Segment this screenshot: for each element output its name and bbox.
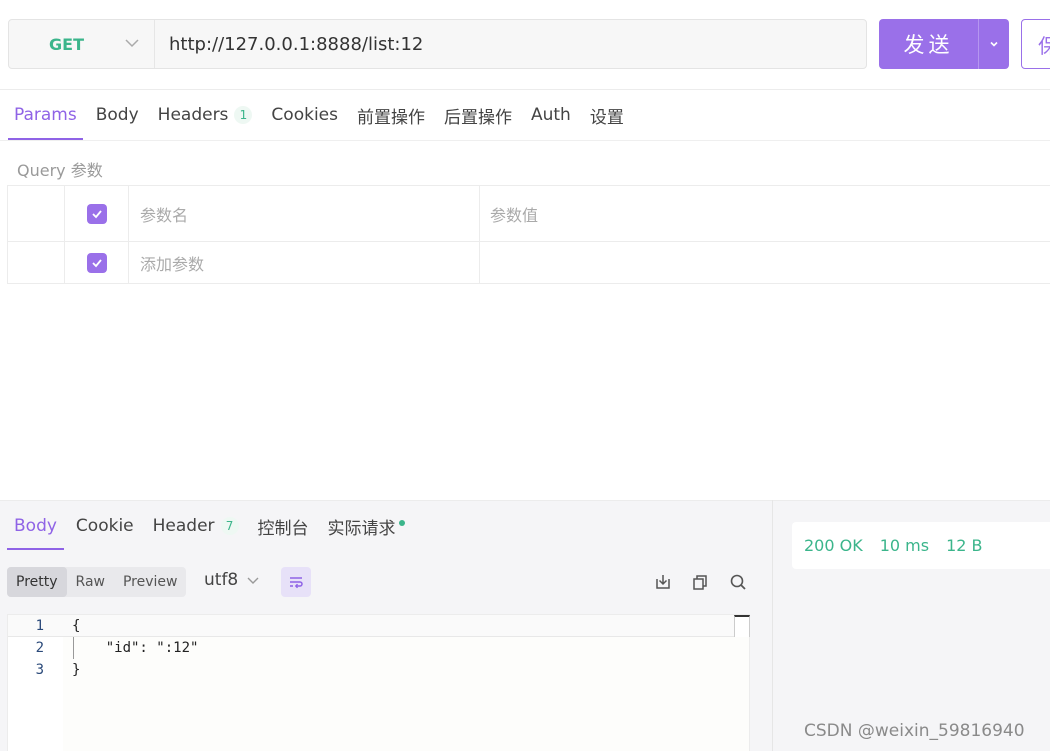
response-status-card: 200 OK 10 ms 12 B — [792, 522, 1050, 569]
check-icon — [91, 209, 102, 218]
tab-response-cookie[interactable]: Cookie — [76, 502, 134, 550]
tab-response-header[interactable]: Header 7 — [153, 502, 239, 550]
response-tabs: Body Cookie Header 7 控制台 实际请求 — [0, 502, 424, 550]
row-checkbox[interactable] — [86, 252, 107, 273]
view-pretty-button[interactable]: Pretty — [7, 567, 67, 597]
tab-body[interactable]: Body — [96, 90, 139, 140]
tab-response-body[interactable]: Body — [7, 502, 64, 550]
drag-handle-cell — [7, 242, 65, 283]
search-icon[interactable] — [728, 572, 748, 592]
watermark: CSDN @weixin_59816940 — [804, 721, 1025, 741]
table-row: 添加参数 — [7, 242, 1050, 284]
view-preview-button[interactable]: Preview — [114, 567, 187, 597]
view-mode-segmented: Pretty Raw Preview — [7, 567, 187, 597]
word-wrap-button[interactable] — [281, 567, 311, 597]
code-text: } — [72, 662, 81, 678]
indent-guide — [73, 637, 74, 659]
tab-post-operation[interactable]: 后置操作 — [444, 90, 512, 140]
view-raw-button[interactable]: Raw — [67, 567, 114, 597]
method-select[interactable]: GET — [9, 20, 155, 68]
check-icon — [91, 258, 102, 267]
tab-cookies[interactable]: Cookies — [271, 90, 338, 140]
method-label: GET — [49, 34, 84, 54]
tab-label: Cookies — [271, 105, 338, 125]
send-button-label: 发送 — [903, 33, 954, 57]
tab-label: Cookie — [75, 516, 134, 536]
tab-label: 前置操作 — [356, 107, 425, 128]
tab-label: Auth — [530, 105, 571, 125]
tab-label: 控制台 — [257, 518, 309, 539]
chevron-down-icon — [990, 41, 998, 47]
tab-headers[interactable]: Headers 1 — [158, 90, 253, 140]
download-icon[interactable] — [653, 572, 673, 592]
param-value-input[interactable] — [480, 242, 1050, 283]
line-number: 2 — [35, 640, 44, 656]
code-text: "id": ":12" — [72, 640, 199, 656]
status-dot — [398, 520, 405, 526]
tab-label: Body — [95, 105, 139, 125]
table-header-row: 参数名 参数值 — [7, 186, 1050, 242]
wrap-lines-icon — [290, 577, 303, 589]
params-table: 参数名 参数值 添加参数 — [7, 185, 1050, 284]
param-value-header: 参数值 — [490, 205, 539, 225]
tab-label: 后置操作 — [443, 107, 512, 128]
encoding-label: utf8 — [204, 570, 239, 590]
panel-splitter[interactable] — [772, 500, 773, 751]
url-input[interactable]: http://127.0.0.1:8888/list:12 — [155, 20, 866, 68]
query-params-label: Query 参数 — [17, 161, 103, 180]
headers-count-badge: 1 — [234, 106, 253, 124]
line-number: 3 — [35, 662, 44, 678]
chevron-down-icon — [125, 39, 139, 48]
request-bar: GET http://127.0.0.1:8888/list:12 — [8, 19, 867, 69]
response-size: 12 B — [946, 536, 983, 555]
tab-auth[interactable]: Auth — [531, 90, 571, 140]
tab-label: Headers — [157, 105, 229, 125]
tab-label: Header — [152, 516, 215, 536]
select-all-checkbox[interactable] — [86, 203, 107, 224]
tab-console[interactable]: 控制台 — [258, 502, 309, 550]
response-time: 10 ms — [879, 536, 930, 555]
param-name-input[interactable]: 添加参数 — [129, 242, 480, 283]
chevron-down-icon — [247, 577, 259, 584]
code-text: { — [72, 617, 81, 634]
row-checkbox-cell — [65, 242, 129, 283]
tab-pre-operation[interactable]: 前置操作 — [357, 90, 425, 140]
divider — [0, 140, 1050, 141]
code-line: 1 { — [8, 615, 748, 637]
param-name-header: 参数名 — [129, 186, 480, 241]
tab-params[interactable]: Params — [8, 90, 83, 140]
tab-label: Body — [14, 516, 57, 536]
tab-settings[interactable]: 设置 — [590, 90, 624, 140]
send-dropdown-button[interactable] — [978, 19, 1009, 69]
tab-actual-request[interactable]: 实际请求 — [328, 502, 405, 550]
encoding-select[interactable]: utf8 — [204, 570, 260, 590]
tab-label: Params — [14, 105, 77, 125]
editor-scrollbar[interactable] — [734, 615, 750, 637]
tab-label: 实际请求 — [327, 518, 396, 539]
select-all-cell — [65, 186, 129, 241]
drag-handle-cell — [7, 186, 65, 241]
line-number: 1 — [35, 617, 44, 634]
send-button[interactable]: 发送 — [879, 19, 1009, 69]
request-tabs: Params Body Headers 1 Cookies 前置操作 后置操作 A… — [0, 90, 643, 140]
code-line: 3 } — [8, 659, 748, 681]
copy-icon[interactable] — [690, 572, 710, 592]
code-line: 2 "id": ":12" — [8, 637, 748, 659]
status-code: 200 OK — [804, 536, 863, 555]
save-button[interactable]: 保 — [1021, 19, 1050, 69]
header-count-badge: 7 — [220, 517, 239, 535]
tab-label: 设置 — [589, 107, 624, 128]
response-body-editor[interactable]: 1 { 2 "id": ":12" 3 } — [7, 614, 750, 751]
